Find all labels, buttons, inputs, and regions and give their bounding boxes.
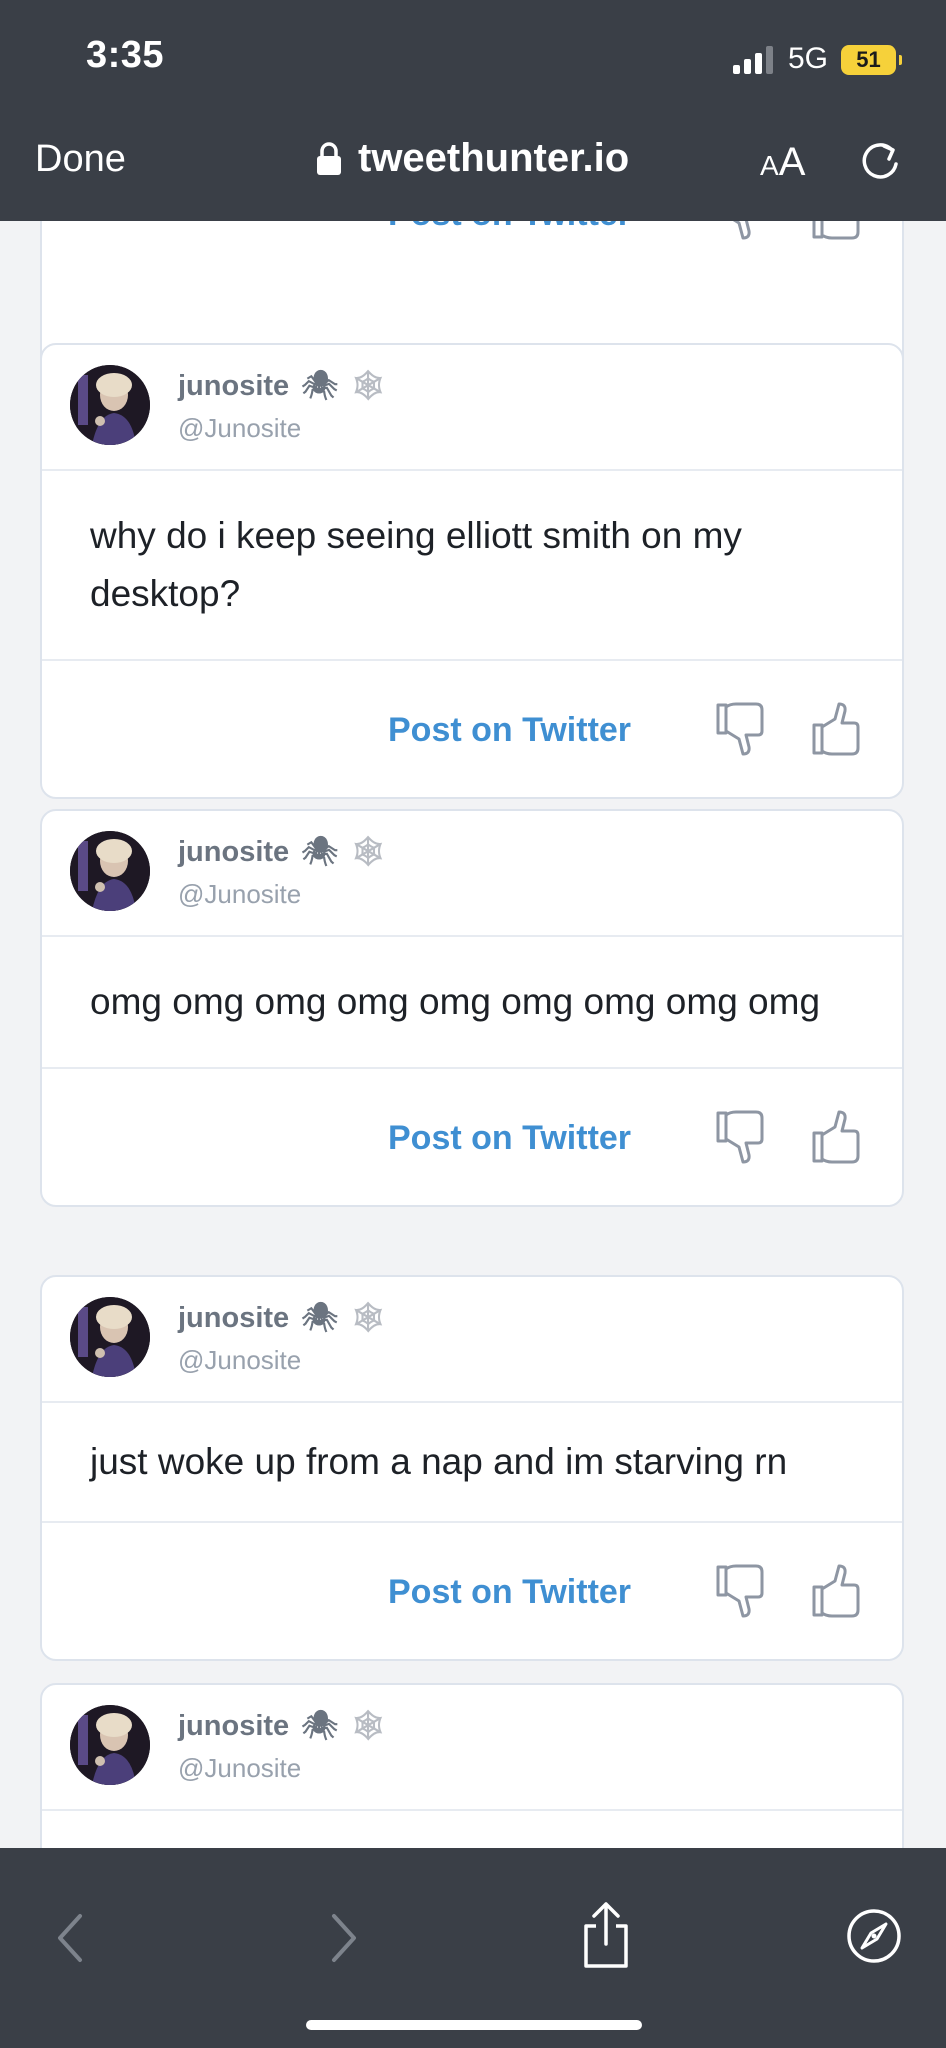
text-size-small-glyph: A [760,150,779,181]
spider-web-icon: 🕸 [350,836,387,868]
display-name: junosite [178,835,290,868]
tweet-actions: Post on Twitter [42,1069,902,1205]
tweet-card: junosite 🕷 🕸 @Junosite why do i keep see… [40,343,904,799]
lock-icon [317,141,341,175]
post-on-twitter-button[interactable]: Post on Twitter [388,221,631,234]
spider-web-icon: 🕸 [350,370,387,402]
tweet-header: junosite 🕷 🕸 @Junosite [42,811,902,937]
tweet-header: junosite 🕷 🕸 @Junosite [42,1277,902,1403]
spider-icon: 🕷 [301,1302,338,1334]
avatar[interactable] [70,365,150,445]
spider-icon: 🕷 [301,836,338,868]
thumbs-up-icon[interactable] [812,221,866,241]
tweet-actions: Post on Twitter [42,1523,902,1659]
post-on-twitter-button[interactable]: Post on Twitter [388,1573,631,1612]
thumbs-down-icon[interactable] [716,701,770,757]
thumbs-down-icon[interactable] [716,1109,770,1165]
thumbs-down-icon[interactable] [716,1563,770,1619]
spider-web-icon: 🕸 [350,1710,387,1742]
post-on-twitter-button[interactable]: Post on Twitter [388,711,631,750]
tweet-actions: Post on Twitter [42,661,902,797]
tweet-card: junosite 🕷 🕸 @Junosite just woke up from… [40,1275,904,1661]
tweet-text: omg omg omg omg omg omg omg omg omg [42,937,902,1069]
address-bar[interactable]: tweethunter.io [316,136,629,181]
battery-indicator: 51 [841,45,902,75]
avatar[interactable] [70,831,150,911]
compass-icon[interactable] [846,1908,902,1964]
thumbs-up-icon[interactable] [812,701,866,757]
tweet-header: junosite 🕷 🕸 @Junosite [42,1685,902,1811]
chevron-right-icon[interactable] [326,1910,362,1966]
thumbs-up-icon[interactable] [812,1563,866,1619]
user-handle: @Junosite [178,1753,302,1783]
spider-icon: 🕷 [301,1710,338,1742]
avatar[interactable] [70,1705,150,1785]
text-size-button[interactable]: AA [760,140,805,185]
user-handle: @Junosite [178,879,302,909]
tweet-text: why do i keep seeing elliott smith on my… [42,471,902,661]
thumbs-down-icon[interactable] [716,221,770,241]
tweet-card: junosite 🕷 🕸 @Junosite [40,1683,904,1848]
tweet-card: junosite 🕷 🕸 @Junosite omg omg omg omg o… [40,809,904,1207]
browser-top-bar: 3:35 5G 51 Done tweethunter.io AA [0,0,946,221]
display-name: junosite [178,1709,290,1742]
url-text: tweethunter.io [358,136,630,180]
user-handle: @Junosite [178,413,302,443]
user-handle: @Junosite [178,1345,302,1375]
post-on-twitter-button[interactable]: Post on Twitter [388,1119,631,1158]
done-button[interactable]: Done [35,138,126,181]
display-name: junosite [178,1301,290,1334]
browser-bottom-toolbar [0,1848,946,2048]
chevron-left-icon[interactable] [52,1910,88,1966]
display-name: junosite [178,369,290,402]
spider-web-icon: 🕸 [350,1302,387,1334]
status-time: 3:35 [86,34,165,76]
network-type: 5G [788,42,829,75]
share-icon[interactable] [580,1900,632,1970]
tweet-header: junosite 🕷 🕸 @Junosite [42,345,902,471]
tweet-text: just woke up from a nap and im starving … [42,1403,902,1523]
cellular-signal-icon [733,46,775,74]
home-indicator[interactable] [306,2020,642,2030]
text-size-large-glyph: A [778,140,806,184]
page-content[interactable]: Post on Twitter [0,221,946,1848]
reload-icon[interactable] [856,138,904,186]
thumbs-up-icon[interactable] [812,1109,866,1165]
avatar[interactable] [70,1297,150,1377]
spider-icon: 🕷 [301,370,338,402]
